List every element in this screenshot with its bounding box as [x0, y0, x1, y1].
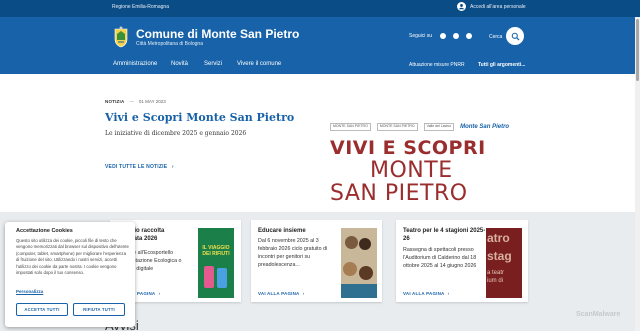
cookie-accept-button[interactable]: ACCETTA TUTTI: [16, 303, 68, 316]
main-nav: Amministrazione Novità Servizi Vivere il…: [0, 57, 640, 74]
all-news-label: VEDI TUTTE LE NOTIZIE: [105, 164, 168, 170]
hero-kicker: NOTIZIA — 01 MAY 2023: [105, 99, 166, 104]
card-image-educare: [341, 228, 377, 298]
nav-item-amministrazione[interactable]: Amministrazione: [113, 61, 157, 67]
card-image-teatro: atro stag a teatr ium di: [486, 228, 522, 298]
hero-image-line3: SAN PIETRO: [330, 181, 468, 206]
card-image-text: stag: [487, 249, 512, 263]
card-title-line: rio raccolta: [132, 228, 165, 234]
youtube-icon[interactable]: [466, 33, 473, 39]
card-link[interactable]: VAI ALLA PAGINA ›: [403, 291, 450, 296]
page-scrollbar[interactable]: [635, 17, 640, 331]
region-link[interactable]: Regione Emilia-Romagna: [112, 4, 169, 10]
instagram-icon[interactable]: [453, 33, 460, 39]
user-icon: [457, 2, 466, 11]
logo-script: Monte San Pietro: [460, 124, 510, 130]
hero-dash: —: [129, 99, 134, 104]
social-label: Seguici su: [409, 33, 433, 39]
nav-item-novita[interactable]: Novità: [171, 61, 188, 67]
logo-pro-loco: MONTE SAN PIETRO: [376, 123, 418, 131]
card-description: Dal 6 novembre 2025 al 3 febbraio 2026 c…: [258, 238, 327, 270]
card-link-label: VAI ALLA PAGINA: [258, 291, 300, 296]
facebook-icon[interactable]: [440, 33, 447, 39]
hero-title[interactable]: Vivi e Scopri Monte San Pietro: [105, 111, 294, 124]
card-desc-line: e digitale: [132, 265, 154, 272]
card-image-text: atro: [487, 231, 510, 245]
all-news-link[interactable]: VEDI TUTTE LE NOTIZIE ›: [105, 164, 174, 170]
hero-description: Le iniziative di dicembre 2025 e gennaio…: [105, 130, 247, 137]
cookie-banner: Accettazione Cookies Questo sito utilizz…: [5, 222, 135, 327]
top-bar: Regione Emilia-Romagna Accedi all'area p…: [0, 0, 640, 17]
watermark: ScanMalware: [576, 311, 621, 318]
card-desc-line: Rassegna di spettacoli presso: [403, 247, 474, 253]
logo-comune: MONTE SAN PIETRO: [330, 123, 371, 131]
card-title: rio raccolta iata 2026: [132, 228, 164, 243]
nav-item-tutti-argomenti[interactable]: Tutti gli argomenti...: [478, 62, 525, 68]
hero-logos: MONTE SAN PIETRO MONTE SAN PIETRO Valle …: [330, 118, 520, 136]
cookie-title: Accettazione Cookies: [16, 228, 73, 234]
municipality-crest-icon[interactable]: [113, 26, 129, 48]
arrow-right-icon: ›: [302, 291, 305, 296]
card-title: Educare insieme: [258, 228, 306, 234]
card-image-rifiuti: IL VIAGGIO DEI RIFIUTI: [198, 228, 234, 298]
card-description: le all'Ecosportello Stazione Ecologica o…: [132, 250, 181, 274]
card-image-caption: IL VIAGGIO DEI RIFIUTI: [202, 245, 230, 257]
card-image-text: a teatr: [487, 270, 505, 276]
site-header: Comune di Monte San Pietro Città Metropo…: [0, 17, 640, 74]
site-title[interactable]: Comune di Monte San Pietro: [136, 27, 299, 41]
card-title-line: iata 2026: [132, 235, 158, 242]
cookie-customize-link[interactable]: Personalizza: [16, 289, 43, 294]
arrow-right-icon: ›: [171, 164, 174, 170]
search-button[interactable]: [506, 27, 524, 45]
card-title: Teatro per le 4 stagioni 2025- 26: [403, 228, 485, 243]
site-subtitle: Città Metropolitana di Bologna: [136, 41, 203, 47]
search-icon: [511, 32, 520, 41]
arrow-right-icon: ›: [447, 291, 450, 296]
card-desc-line: Dal 6 novembre 2025 al 3: [258, 238, 319, 244]
nav-item-pnrr[interactable]: Attuazione misure PNRR: [409, 62, 465, 68]
login-label: Accedi all'area personale: [470, 3, 526, 10]
cookie-text: Questo sito utilizza dei cookie, piccoli…: [16, 238, 129, 276]
card-desc-line: preadolescenza...: [258, 261, 300, 268]
card-link[interactable]: VAI ALLA PAGINA ›: [258, 291, 305, 296]
cookie-reject-button[interactable]: RIFIUTA TUTTI: [73, 303, 125, 316]
nav-item-servizi[interactable]: Servizi: [204, 61, 222, 67]
card-desc-line: ottobre 2025 al 14 giugno 2026: [403, 262, 477, 269]
card-desc-line: febbraio 2026 ciclo gratuito di: [258, 245, 328, 252]
hero-image-line2: MONTE: [370, 158, 453, 183]
logo-valle-lavino: Valle del Lavino: [423, 123, 455, 131]
nav-item-vivere-il-comune[interactable]: Vivere il comune: [237, 61, 281, 67]
card-desc-line: l'Auditorium di Calderino dal 18: [403, 254, 477, 261]
hero-date: 01 MAY 2023: [138, 99, 166, 104]
card-desc-line: incontri per genitori su: [258, 253, 311, 260]
card-description: Rassegna di spettacoli presso l'Auditori…: [403, 247, 476, 271]
hero-image[interactable]: MONTE SAN PIETRO MONTE SAN PIETRO Valle …: [330, 118, 520, 208]
card-desc-line: le all'Ecosportello: [132, 250, 174, 256]
event-card-teatro[interactable]: Teatro per le 4 stagioni 2025- 26 Rasseg…: [396, 220, 528, 302]
card-title-line: 26: [403, 235, 410, 242]
card-link[interactable]: PAGINA ›: [137, 291, 160, 296]
hero-category: NOTIZIA: [105, 99, 125, 104]
arrow-right-icon: ›: [158, 291, 161, 296]
card-link-label: PAGINA: [137, 291, 156, 296]
hero-image-line1: VIVI E SCOPRI: [330, 137, 486, 159]
scrollbar-thumb[interactable]: [636, 19, 639, 81]
card-title-line: Teatro per le 4 stagioni 2025-: [403, 228, 486, 234]
search-label: Cerca: [489, 34, 503, 40]
card-desc-line: Stazione Ecologica o: [132, 257, 182, 264]
event-card-educare[interactable]: Educare insieme Dal 6 novembre 2025 al 3…: [251, 220, 382, 302]
social-links: Seguici su: [409, 33, 473, 39]
login-link[interactable]: Accedi all'area personale: [457, 2, 526, 11]
card-link-label: VAI ALLA PAGINA: [403, 291, 445, 296]
card-image-text: ium di: [487, 278, 504, 284]
